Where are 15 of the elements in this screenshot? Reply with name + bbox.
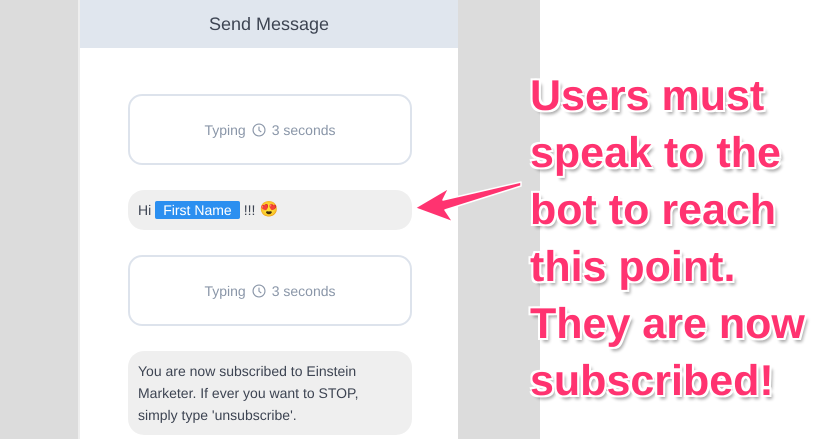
message-text: Hi xyxy=(138,201,152,220)
typing-label: Typing xyxy=(204,282,246,298)
clock-icon xyxy=(252,122,266,136)
message-bubble[interactable]: You are now subscribed to Einstein Marketer. If ever you want to STOP, simply type 'unsubscribe'. xyxy=(128,351,412,435)
typing-duration: 3 seconds xyxy=(272,122,336,138)
emoji: 😍 xyxy=(259,200,278,220)
typing-label: Typing xyxy=(204,122,246,138)
typing-duration: 3 seconds xyxy=(272,282,336,298)
panel-title: Send Message xyxy=(208,14,330,34)
message-text: You are now subscribed to Einstein Marketer. If ever you want to STOP, simply type 'unsubscribe'. xyxy=(138,362,360,425)
message-text: !!! xyxy=(244,201,256,220)
annotation-text: Users must speak to the bot to reach this point. They are now subscribed! xyxy=(530,71,806,407)
merge-field-tag: First Name xyxy=(155,201,240,219)
message-bubble[interactable]: Hi First Name !!! 😍 xyxy=(128,190,412,230)
clock-icon xyxy=(252,284,266,298)
